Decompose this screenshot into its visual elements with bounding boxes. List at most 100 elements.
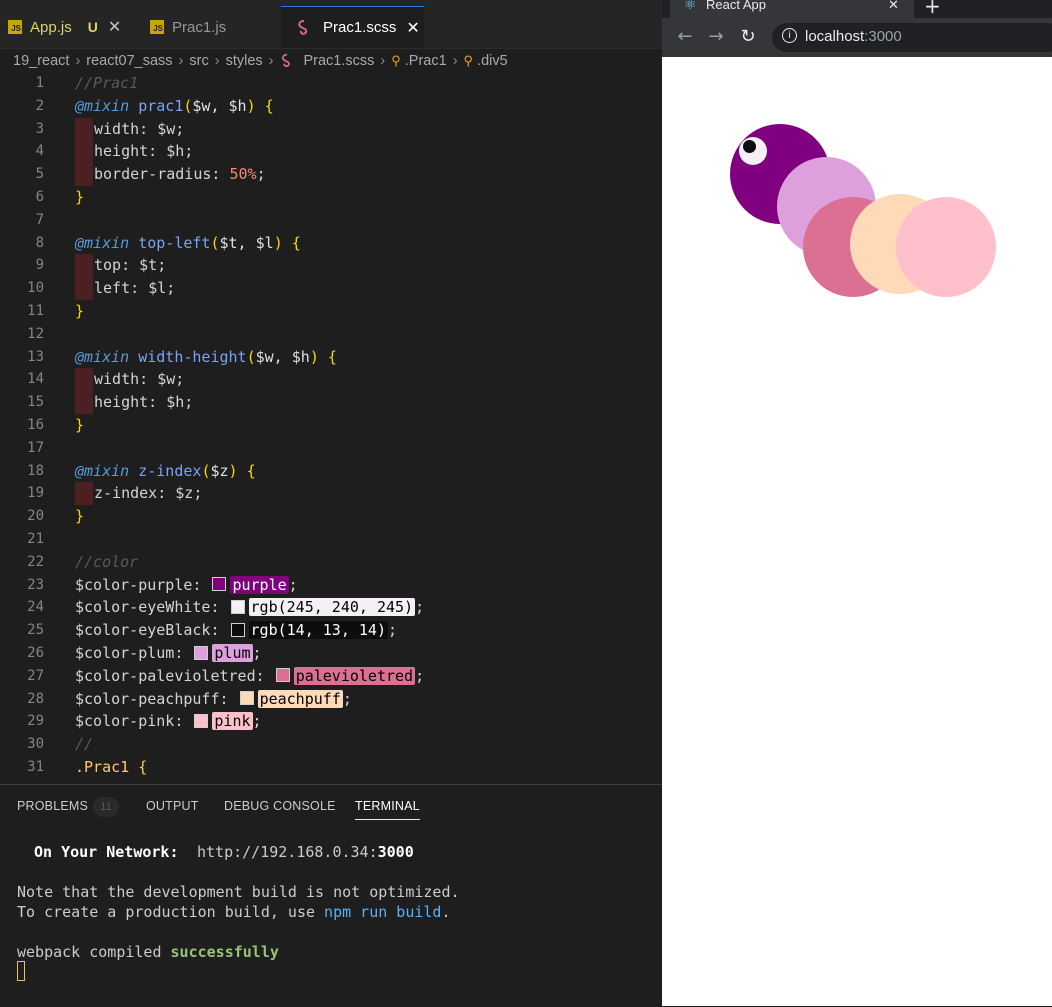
value: $h; [166, 142, 194, 161]
breadcrumb-item[interactable]: src [189, 53, 208, 69]
chevron-right-icon: › [178, 53, 184, 69]
line-number: 7 [35, 211, 44, 228]
tab-output[interactable]: OUTPUT [146, 799, 199, 813]
variable-name: $color-pink: [75, 712, 184, 731]
property: z-index: [94, 484, 167, 503]
chevron-right-icon: › [214, 53, 220, 69]
params: $z [210, 461, 229, 480]
params: $w, $h [255, 347, 310, 366]
chevron-right-icon: › [75, 53, 81, 69]
code-line: $color-peachpuff: peachpuff; [75, 689, 352, 708]
back-arrow-icon[interactable]: ← [674, 26, 696, 48]
breadcrumb-item[interactable]: 19_react [13, 53, 69, 69]
color-swatch[interactable] [239, 691, 254, 706]
value: $w; [157, 370, 185, 389]
property: height: [94, 393, 158, 412]
code-area[interactable]: 1 2 3 4 5 6 7 8 9 10 11 12 13 14 15 16 17 18 19 20 21 22 23 24 2… [0, 72, 662, 784]
terminal-compiled-line: webpack compiled successfully [17, 943, 279, 961]
variable-name: $color-plum: [75, 644, 184, 662]
comment-text: // [75, 735, 94, 754]
code-line: height: $h; [0, 391, 662, 414]
code-editor[interactable]: JS App.js U ✕ JS Prac1.js Prac1.scss ✕ 1… [0, 0, 662, 1007]
color-swatch[interactable] [275, 668, 290, 683]
breadcrumb-item[interactable]: Prac1.scss [303, 53, 374, 69]
color-swatch[interactable] [194, 645, 209, 660]
url-port: :3000 [864, 28, 902, 45]
breadcrumb-item[interactable]: .div5 [477, 53, 508, 69]
color-value: peachpuff [257, 689, 343, 708]
code-line: } [75, 188, 85, 206]
chevron-right-icon: › [452, 53, 458, 69]
tab-problems[interactable]: PROBLEMS [17, 799, 88, 813]
note-text: To create a production build, use [17, 903, 325, 921]
js-file-icon: JS [8, 20, 22, 34]
code-line: border-radius: 50%; [0, 163, 662, 186]
color-value: plum [212, 644, 253, 662]
code-line: @mixin z-index($z) { [75, 461, 256, 480]
symbol-class-icon: ⚲ [463, 53, 474, 68]
breadcrumb-item[interactable]: react07_sass [86, 53, 172, 69]
terminal-network-url[interactable]: http://192.168.0.34:3000 [197, 843, 414, 861]
color-value: purple [230, 575, 289, 594]
code-line: // [0, 733, 662, 756]
color-swatch[interactable] [212, 577, 227, 592]
tab-prac1-scss[interactable]: Prac1.scss ✕ [281, 6, 424, 48]
mixin-name: prac1 [138, 96, 184, 115]
react-logo-icon: ⚛ [684, 0, 697, 12]
reload-icon[interactable]: ↻ [737, 26, 759, 48]
comment-text: //color [75, 552, 139, 571]
selector: .Prac1 { [75, 758, 148, 776]
code-line: } [75, 302, 85, 320]
tab-label: Prac1.scss [323, 19, 397, 36]
forward-arrow-icon[interactable]: → [705, 26, 727, 48]
new-tab-button[interactable]: + [924, 0, 941, 18]
color-swatch[interactable] [230, 599, 245, 614]
tab-terminal[interactable]: TERMINAL [355, 799, 420, 820]
tab-debug-console[interactable]: DEBUG CONSOLE [224, 799, 336, 813]
color-value: rgb(14, 13, 14) [248, 621, 388, 640]
breadcrumb-item[interactable]: .Prac1 [405, 53, 447, 69]
browser-tab-bar: ⚛ React App ✕ + [662, 0, 1052, 18]
keyword: @mixin [75, 347, 130, 366]
breadcrumb-item[interactable]: styles [226, 53, 263, 69]
code-line: @mixin top-left($t, $l) { [75, 233, 301, 252]
caterpillar-eye-pupil [743, 140, 756, 153]
property: width: [94, 370, 149, 389]
browser-tab-title: React App [706, 0, 766, 12]
keyword: @mixin [75, 233, 130, 252]
line-number: 17 [27, 439, 44, 456]
value: $w; [157, 119, 185, 138]
compiled-status: successfully [170, 943, 279, 961]
code-line: $color-eyeBlack: rgb(14, 13, 14); [75, 621, 398, 640]
js-file-icon: JS [150, 20, 164, 34]
code-line: $color-purple: purple; [75, 575, 298, 594]
compiled-text: webpack compiled [17, 943, 171, 961]
page-content [662, 57, 1052, 1006]
property: top: [94, 256, 131, 275]
color-swatch[interactable] [194, 713, 209, 728]
color-swatch[interactable] [230, 622, 245, 637]
color-value: rgb(245, 240, 245) [248, 598, 416, 617]
value: $h; [166, 393, 194, 412]
close-icon[interactable]: ✕ [406, 18, 419, 38]
tab-app-js[interactable]: JS App.js U ✕ [8, 6, 121, 48]
tab-prac1-js[interactable]: JS Prac1.js [150, 6, 226, 48]
breadcrumb: 19_react › react07_sass › src › styles › Pra… [0, 50, 662, 72]
symbol-class-icon: ⚲ [391, 53, 401, 68]
editor-tab-bar: JS App.js U ✕ JS Prac1.js Prac1.scss ✕ [0, 0, 662, 49]
close-icon[interactable]: ✕ [888, 0, 899, 13]
browser-tab[interactable]: ⚛ React App ✕ [670, 0, 914, 18]
mixin-name: top-left [138, 233, 211, 252]
value: $l; [148, 279, 176, 298]
info-icon[interactable]: i [782, 28, 797, 43]
code-line: @mixin width-height($w, $h) { [75, 347, 337, 366]
terminal-cursor [17, 961, 25, 981]
code-line: top: $t; [0, 254, 662, 278]
tab-label: App.js [30, 18, 72, 36]
color-value: pink [212, 712, 253, 731]
browser-toolbar: ← → ↻ i localhost:3000 [662, 18, 1052, 57]
color-value: palevioletred [293, 666, 416, 685]
close-icon[interactable]: ✕ [108, 17, 121, 37]
address-bar[interactable]: i localhost:3000 [772, 23, 1052, 52]
sass-file-icon [298, 19, 308, 35]
